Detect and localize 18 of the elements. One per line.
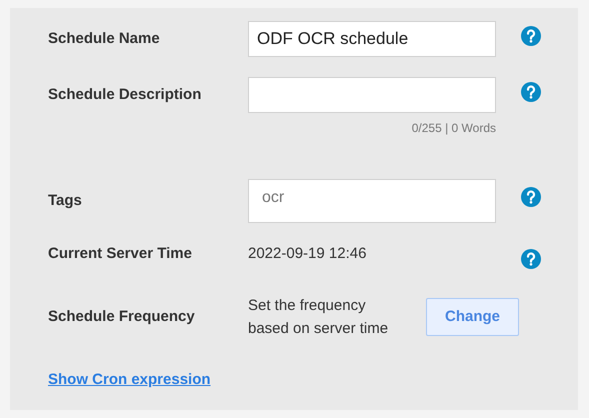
- change-button[interactable]: Change: [426, 298, 519, 336]
- field-label: Schedule Name: [48, 30, 160, 47]
- field-label: Schedule Description: [48, 86, 202, 103]
- server-time: 2022-09-19 12:46: [248, 245, 366, 262]
- help-icon[interactable]: [521, 187, 541, 207]
- field-label: Current Server Time: [48, 245, 192, 262]
- description-input[interactable]: [248, 77, 496, 113]
- help-icon[interactable]: [521, 82, 541, 102]
- field-label: Schedule Frequency: [48, 308, 195, 325]
- frequency-description: Set the frequency based on server time: [248, 296, 390, 339]
- character-counter: 0/255 | 0 Words: [412, 120, 496, 137]
- tags-input[interactable]: ocr: [248, 179, 496, 223]
- field-label: Tags: [48, 192, 82, 209]
- tag: ocr: [262, 186, 284, 210]
- name-input[interactable]: ODF OCR schedule: [248, 21, 496, 57]
- show-cron-link[interactable]: Show Cron expression: [48, 371, 211, 388]
- help-icon[interactable]: [521, 26, 541, 46]
- help-icon[interactable]: [521, 249, 541, 269]
